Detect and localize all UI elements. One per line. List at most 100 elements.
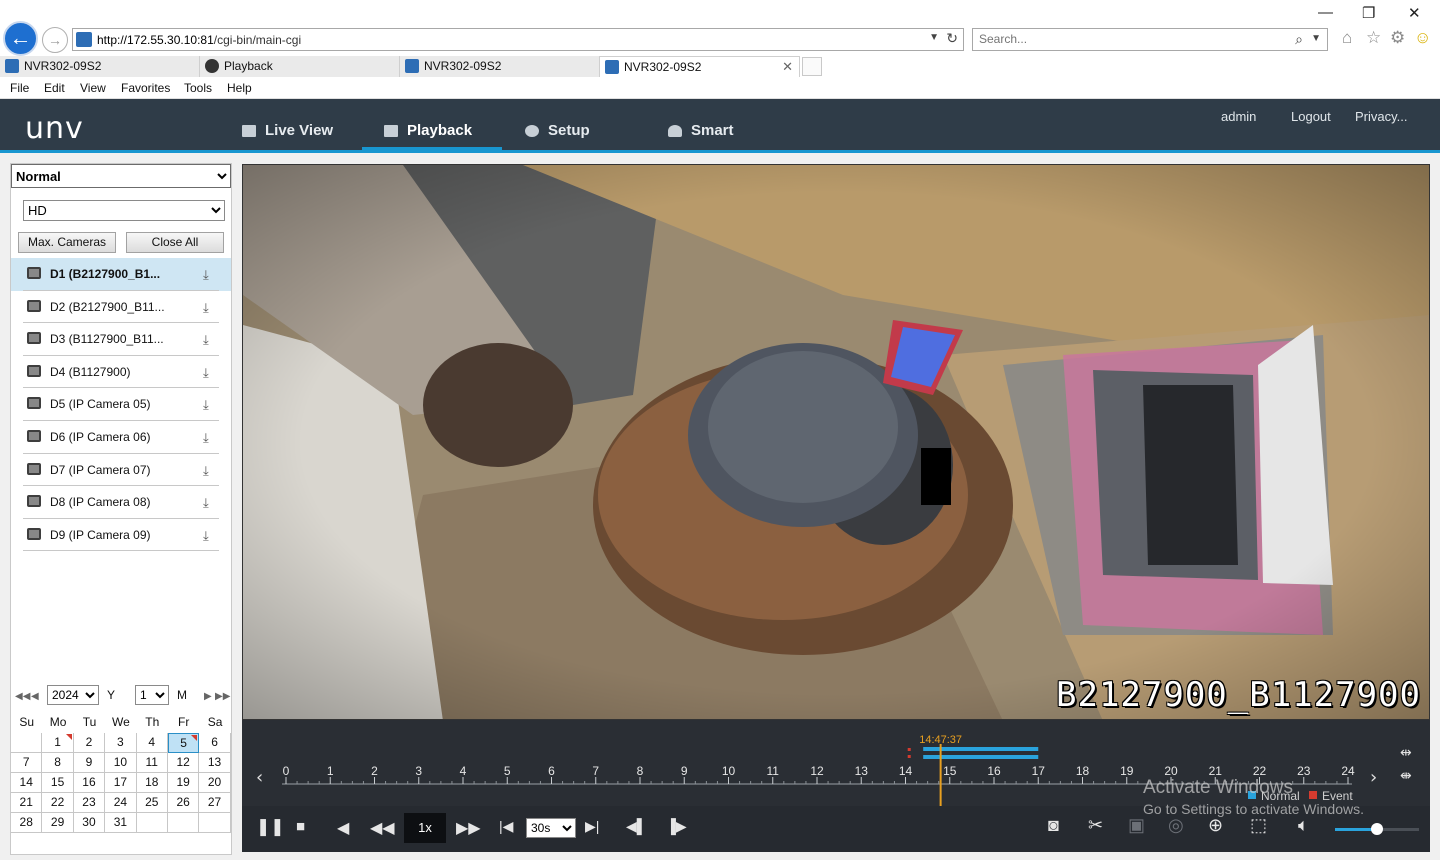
download-icon[interactable]: ⤓ xyxy=(203,267,209,283)
frame-forward-icon[interactable]: ▐▶ xyxy=(666,818,687,835)
calendar-day[interactable]: 1 xyxy=(42,733,74,753)
menu-help[interactable]: Help xyxy=(227,81,252,95)
calendar-day[interactable]: 14 xyxy=(11,773,43,793)
calendar-day[interactable]: 20 xyxy=(199,773,231,793)
next-month-icon[interactable]: ▶ xyxy=(204,691,212,702)
clip-icon[interactable]: ✂ xyxy=(1088,815,1103,836)
camera-item[interactable]: D2 (B2127900_B11... ⤓ xyxy=(11,291,231,324)
home-icon[interactable]: ⌂ xyxy=(1342,28,1352,48)
new-tab-button[interactable] xyxy=(802,57,822,76)
download-icon[interactable]: ⤓ xyxy=(203,528,209,544)
download-icon[interactable]: ⤓ xyxy=(203,300,209,316)
reverse-play-icon[interactable]: ◀ xyxy=(337,818,349,838)
calendar-day[interactable]: 31 xyxy=(105,813,137,833)
calendar-day[interactable]: 29 xyxy=(42,813,74,833)
calendar-day[interactable]: 12 xyxy=(167,753,200,773)
stream-select[interactable]: HD xyxy=(23,200,225,221)
calendar-day[interactable]: 27 xyxy=(199,793,231,813)
calendar-day[interactable]: 9 xyxy=(73,753,106,773)
restore-icon[interactable]: ❐ xyxy=(1362,4,1375,22)
browser-tab-active[interactable]: NVR302-09S2 ✕ xyxy=(600,56,800,77)
slow-down-icon[interactable]: ◀◀ xyxy=(370,818,395,838)
timeline-zoom-in-icon[interactable]: ⇼ xyxy=(1400,768,1412,784)
privacy-link[interactable]: Privacy... xyxy=(1355,109,1408,124)
frame-back-icon[interactable]: ◀▌ xyxy=(626,818,647,835)
calendar-day[interactable]: 30 xyxy=(73,813,106,833)
address-bar[interactable]: http://172.55.30.10:81/cgi-bin/main-cgi … xyxy=(72,28,964,51)
favorites-star-icon[interactable]: ☆ xyxy=(1366,28,1381,48)
stop-icon[interactable]: ■ xyxy=(296,818,305,835)
camera-item[interactable]: D8 (IP Camera 08) ⤓ xyxy=(11,486,231,519)
pause-icon[interactable]: ❚❚ xyxy=(256,817,285,837)
download-icon[interactable]: ⤓ xyxy=(203,430,209,446)
nav-setup[interactable]: Setup xyxy=(525,99,590,150)
search-input[interactable] xyxy=(979,32,1269,46)
camera-item[interactable]: D7 (IP Camera 07) ⤓ xyxy=(11,454,231,487)
calendar-day[interactable]: 16 xyxy=(73,773,106,793)
browser-tab[interactable]: Playback xyxy=(200,56,400,77)
calendar-day[interactable]: 23 xyxy=(73,793,106,813)
address-dropdown-icon[interactable]: ▼ xyxy=(929,32,939,43)
back-button[interactable]: ← xyxy=(3,21,38,56)
mode-select[interactable]: Normal xyxy=(11,164,231,188)
prev-year-icon[interactable]: ◀◀ xyxy=(15,691,30,702)
volume-knob[interactable] xyxy=(1371,823,1383,835)
search-dropdown-icon[interactable]: ▼ xyxy=(1311,33,1321,44)
logout-link[interactable]: Logout xyxy=(1291,109,1331,124)
download-icon[interactable]: ⤓ xyxy=(203,463,209,479)
download-icon[interactable]: ⤓ xyxy=(203,365,209,381)
calendar-day[interactable]: 28 xyxy=(11,813,43,833)
month-select[interactable]: 1 xyxy=(135,685,169,705)
calendar-day[interactable]: 5 xyxy=(167,733,200,753)
calendar-day[interactable]: 18 xyxy=(136,773,168,793)
timeline-next-icon[interactable]: › xyxy=(1370,767,1377,788)
year-select[interactable]: 2024 xyxy=(47,685,99,705)
close-tab-icon[interactable]: ✕ xyxy=(782,57,793,77)
calendar-day[interactable]: 19 xyxy=(167,773,200,793)
calendar-day[interactable]: 8 xyxy=(42,753,74,773)
camera-item[interactable]: D4 (B1127900) ⤓ xyxy=(11,356,231,389)
camera-item[interactable]: D9 (IP Camera 09) ⤓ xyxy=(11,519,231,552)
menu-edit[interactable]: Edit xyxy=(44,81,65,95)
calendar-day[interactable]: 13 xyxy=(199,753,231,773)
refresh-icon[interactable]: ↻ xyxy=(946,30,958,47)
settings-gear-icon[interactable]: ⚙ xyxy=(1390,28,1405,48)
menu-view[interactable]: View xyxy=(80,81,106,95)
calendar-day[interactable]: 17 xyxy=(105,773,137,793)
prev-month-icon[interactable]: ◀ xyxy=(31,691,39,702)
digital-zoom-icon[interactable]: ⊕ xyxy=(1208,815,1223,836)
skip-forward-icon[interactable]: ▶| xyxy=(585,818,599,835)
roi-icon[interactable]: ⬚ xyxy=(1250,815,1267,836)
nav-live-view[interactable]: Live View xyxy=(242,99,333,150)
calendar-day[interactable]: 11 xyxy=(136,753,168,773)
video-playback-window[interactable]: B2127900_B1127900 xyxy=(242,164,1430,720)
search-icon[interactable]: ⌕ xyxy=(1295,31,1303,48)
download-icon[interactable]: ⤓ xyxy=(203,495,209,511)
snapshot-icon[interactable]: ◙ xyxy=(1048,815,1059,836)
volume-icon[interactable]: 🔈︎ xyxy=(1298,815,1309,836)
nav-playback[interactable]: Playback xyxy=(384,99,472,150)
calendar-day[interactable]: 2 xyxy=(73,733,106,753)
camera-item[interactable]: D5 (IP Camera 05) ⤓ xyxy=(11,388,231,421)
download-icon[interactable]: ⤓ xyxy=(203,332,209,348)
speed-up-icon[interactable]: ▶▶ xyxy=(456,818,481,838)
timeline-zoom-out-icon[interactable]: ⇹ xyxy=(1400,745,1412,761)
browser-tab[interactable]: NVR302-09S2 xyxy=(400,56,600,77)
volume-slider[interactable] xyxy=(1335,823,1419,835)
calendar-day[interactable]: 15 xyxy=(42,773,74,793)
smiley-feedback-icon[interactable]: ☺ xyxy=(1414,28,1431,48)
calendar-day[interactable]: 3 xyxy=(105,733,137,753)
camera-item[interactable]: D6 (IP Camera 06) ⤓ xyxy=(11,421,231,454)
camera-item[interactable]: D1 (B2127900_B1... ⤓ xyxy=(11,258,231,291)
calendar-day[interactable]: 10 xyxy=(105,753,137,773)
calendar-day[interactable]: 21 xyxy=(11,793,43,813)
minimize-icon[interactable]: — xyxy=(1318,4,1333,21)
menu-favorites[interactable]: Favorites xyxy=(121,81,170,95)
nav-smart[interactable]: Smart xyxy=(668,99,734,150)
browser-tab[interactable]: NVR302-09S2 xyxy=(0,56,200,77)
calendar-day[interactable]: 4 xyxy=(136,733,168,753)
next-year-icon[interactable]: ▶▶ xyxy=(215,691,230,702)
close-all-button[interactable]: Close All xyxy=(126,232,224,253)
max-cameras-button[interactable]: Max. Cameras xyxy=(18,232,116,253)
download-icon[interactable]: ⤓ xyxy=(203,397,209,413)
